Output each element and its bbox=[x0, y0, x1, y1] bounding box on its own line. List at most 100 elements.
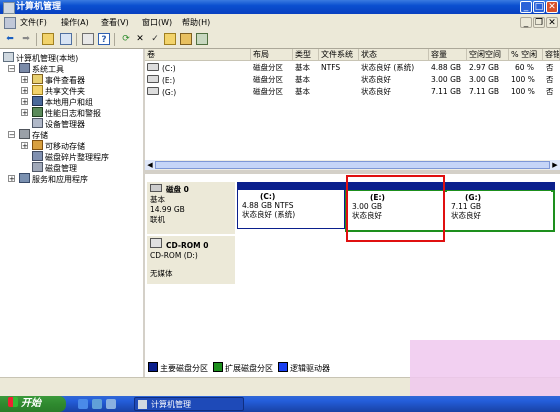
tree-label: 本地用户和组 bbox=[45, 98, 93, 107]
open-icon[interactable] bbox=[164, 33, 176, 45]
cell-percent-free: 100 % bbox=[511, 75, 535, 84]
help-icon[interactable]: ? bbox=[98, 33, 110, 45]
volume-icon bbox=[147, 75, 159, 83]
menu-view[interactable]: 查看(V) bbox=[101, 17, 129, 28]
horizontal-scrollbar[interactable]: ◀ ▶ bbox=[145, 160, 560, 170]
partition-status: 状态良好 (系统) bbox=[242, 210, 296, 219]
child-restore-button[interactable]: ❐ bbox=[533, 17, 545, 28]
tree-label: 服务和应用程序 bbox=[32, 175, 88, 184]
expand-toggle[interactable]: + bbox=[21, 109, 28, 117]
title-bar[interactable]: 计算机管理 _ □ ✕ bbox=[0, 0, 560, 14]
scroll-left-icon[interactable]: ◀ bbox=[145, 160, 155, 170]
delete-icon[interactable]: ✕ bbox=[134, 33, 146, 45]
column-header-filesystem[interactable]: 文件系统 bbox=[319, 49, 359, 61]
cell-filesystem: NTFS bbox=[321, 63, 341, 72]
column-header-free-space[interactable]: 空闲空间 bbox=[467, 49, 509, 61]
device-manager-icon bbox=[32, 118, 43, 128]
tree-item-services[interactable]: 服务和应用程序 bbox=[19, 173, 88, 185]
column-header-layout[interactable]: 布局 bbox=[251, 49, 293, 61]
navigation-tree: 计算机管理(本地) − 系统工具 + 事件查看器 + 共享文件夹 + 本地用户和… bbox=[0, 49, 145, 377]
close-button[interactable]: ✕ bbox=[546, 1, 558, 13]
computer-icon bbox=[3, 52, 14, 62]
highlight-box bbox=[346, 175, 445, 242]
column-header-percent-free[interactable]: % 空闲 bbox=[509, 49, 543, 61]
collapse-toggle[interactable]: − bbox=[8, 65, 15, 73]
partition-c[interactable]: (C:) 4.88 GB NTFS 状态良好 (系统) bbox=[237, 190, 345, 229]
legend-label: 扩展磁盘分区 bbox=[225, 364, 273, 373]
partition-status: 状态良好 bbox=[451, 211, 481, 220]
tree-label: 磁盘管理 bbox=[45, 164, 77, 173]
legend-primary: 主要磁盘分区 bbox=[148, 362, 208, 374]
taskbar-item-computer-management[interactable]: 计算机管理 bbox=[134, 397, 244, 411]
disk-icon bbox=[150, 184, 162, 192]
cell-fault-tolerance: 否 bbox=[546, 87, 554, 96]
child-minimize-button[interactable]: _ bbox=[520, 17, 532, 28]
taskbar-item-label: 计算机管理 bbox=[151, 400, 191, 409]
expand-toggle[interactable]: + bbox=[21, 87, 28, 95]
cell-layout: 磁盘分区 bbox=[253, 87, 283, 96]
column-header-status[interactable]: 状态 bbox=[359, 49, 429, 61]
cell-percent-free: 100 % bbox=[511, 87, 535, 96]
show-tree-icon[interactable] bbox=[60, 33, 72, 45]
legend-logical: 逻辑驱动器 bbox=[278, 362, 330, 374]
properties-icon[interactable] bbox=[82, 33, 94, 45]
forward-icon[interactable]: ➡ bbox=[20, 33, 32, 45]
cdrom-icon bbox=[150, 238, 162, 248]
menu-action[interactable]: 操作(A) bbox=[61, 17, 89, 28]
checkmark-icon[interactable]: ✓ bbox=[149, 33, 161, 45]
expand-toggle[interactable]: + bbox=[8, 175, 15, 183]
column-header-fault-tolerance[interactable]: 容错 bbox=[543, 49, 560, 61]
legend-label: 主要磁盘分区 bbox=[160, 364, 208, 373]
event-viewer-icon bbox=[32, 74, 43, 84]
table-row[interactable]: (E:) bbox=[147, 75, 175, 86]
scroll-thumb[interactable] bbox=[155, 161, 550, 169]
cell-layout: 磁盘分区 bbox=[253, 63, 283, 72]
legend-extended: 扩展磁盘分区 bbox=[213, 362, 273, 374]
search-icon[interactable] bbox=[180, 33, 192, 45]
column-header-capacity[interactable]: 容量 bbox=[429, 49, 467, 61]
volume-icon bbox=[147, 63, 159, 71]
disk-size: 14.99 GB bbox=[150, 205, 185, 214]
system-menu-icon[interactable] bbox=[4, 17, 16, 29]
expand-toggle[interactable]: + bbox=[21, 76, 28, 84]
column-header-type[interactable]: 类型 bbox=[293, 49, 319, 61]
storage-icon bbox=[19, 129, 30, 139]
partition-g[interactable]: (G:) 7.11 GB 状态良好 bbox=[447, 191, 551, 229]
back-icon[interactable]: ⬅ bbox=[4, 33, 16, 45]
taskbar: 开始 计算机管理 bbox=[0, 396, 560, 412]
up-icon[interactable] bbox=[42, 33, 54, 45]
menu-file[interactable]: 文件(F) bbox=[20, 17, 47, 28]
quicklaunch-ie-icon[interactable] bbox=[78, 399, 88, 409]
disk-name: 磁盘 0 bbox=[166, 185, 189, 194]
cdrom-drive: CD-ROM (D:) bbox=[150, 251, 198, 260]
export-icon[interactable] bbox=[196, 33, 208, 45]
menu-window[interactable]: 窗口(W) bbox=[142, 17, 172, 28]
table-row[interactable]: (C:) bbox=[147, 63, 176, 74]
collapse-toggle[interactable]: − bbox=[8, 131, 15, 139]
services-icon bbox=[19, 173, 30, 183]
disk-type: 基本 bbox=[150, 195, 165, 204]
menu-help[interactable]: 帮助(H) bbox=[182, 17, 210, 28]
tree-label: 可移动存储 bbox=[45, 142, 85, 151]
scroll-right-icon[interactable]: ▶ bbox=[550, 160, 560, 170]
cdrom-0-label[interactable]: CD-ROM 0 CD-ROM (D:) 无媒体 bbox=[147, 236, 235, 284]
maximize-button[interactable]: □ bbox=[533, 1, 545, 13]
disk-0-label[interactable]: 磁盘 0 基本 14.99 GB 联机 bbox=[147, 182, 235, 234]
cell-type: 基本 bbox=[295, 63, 310, 72]
cell-volume: (E:) bbox=[162, 76, 176, 85]
cell-free-space: 7.11 GB bbox=[469, 87, 500, 96]
minimize-button[interactable]: _ bbox=[520, 1, 532, 13]
expand-toggle[interactable]: + bbox=[21, 98, 28, 106]
quicklaunch-media-icon[interactable] bbox=[92, 399, 102, 409]
quicklaunch-desktop-icon[interactable] bbox=[106, 399, 116, 409]
column-header-volume[interactable]: 卷 bbox=[145, 49, 251, 61]
refresh-icon[interactable]: ⟳ bbox=[120, 33, 132, 45]
tree-label: 设备管理器 bbox=[45, 120, 85, 129]
legend-label: 逻辑驱动器 bbox=[290, 364, 330, 373]
start-button[interactable]: 开始 bbox=[0, 396, 66, 412]
tree-label: 磁盘碎片整理程序 bbox=[45, 153, 109, 162]
users-icon bbox=[32, 96, 43, 106]
child-close-button[interactable]: ✕ bbox=[546, 17, 558, 28]
expand-toggle[interactable]: + bbox=[21, 142, 28, 150]
table-row[interactable]: (G:) bbox=[147, 87, 176, 98]
